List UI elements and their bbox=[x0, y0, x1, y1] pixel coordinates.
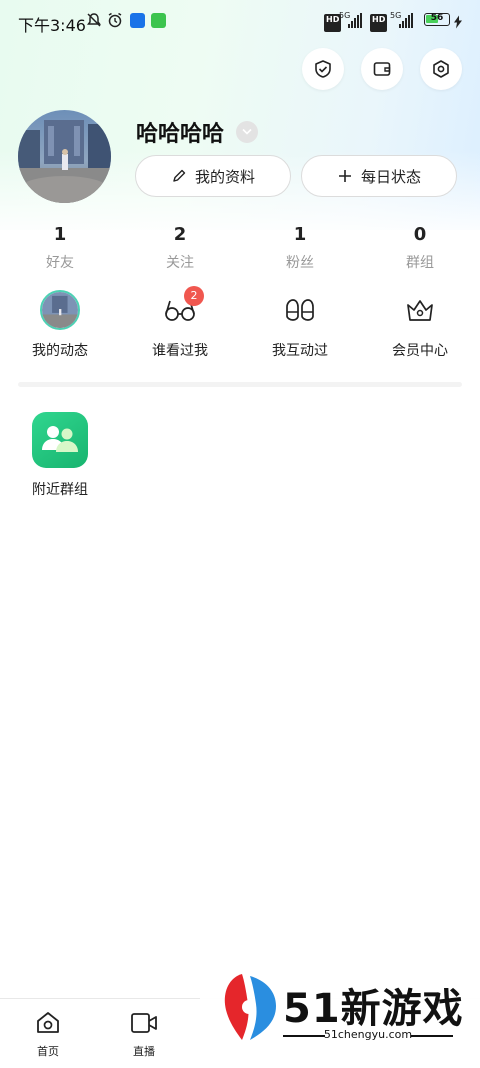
notification-badge: 2 bbox=[184, 286, 204, 306]
watermark-text: 51新游戏 bbox=[283, 986, 464, 1032]
app-label: 附近群组 bbox=[32, 482, 88, 498]
stat-value: 1 bbox=[293, 224, 307, 245]
battery-level: 56 bbox=[430, 13, 444, 23]
settings-button[interactable] bbox=[420, 48, 462, 90]
footprints-icon bbox=[286, 299, 314, 321]
stat-value: 0 bbox=[413, 224, 427, 245]
battery-icon: 56 bbox=[424, 13, 450, 26]
shield-check-icon bbox=[315, 60, 331, 78]
app-notification-icon bbox=[130, 13, 145, 28]
home-icon bbox=[37, 1012, 59, 1033]
profile-expand-button[interactable] bbox=[236, 121, 258, 143]
status-time: 下午3:46 bbox=[18, 16, 86, 35]
avatar-image bbox=[18, 110, 111, 203]
alarm-icon bbox=[108, 12, 122, 28]
stat-friends[interactable]: 1 好友 bbox=[0, 224, 120, 272]
avatar-thumbnail bbox=[40, 290, 80, 330]
shortcut-who-viewed-me[interactable]: 2 谁看过我 bbox=[120, 286, 240, 360]
shortcut-label: 我互动过 bbox=[272, 343, 328, 359]
daily-status-label: 每日状态 bbox=[360, 167, 421, 186]
daily-status-button[interactable]: 每日状态 bbox=[301, 155, 457, 197]
nav-live[interactable]: 直播 bbox=[114, 1011, 174, 1059]
wallet-icon bbox=[373, 62, 391, 76]
watermark-rule bbox=[411, 1035, 453, 1037]
stat-label: 群组 bbox=[406, 255, 434, 271]
nearby-groups-app[interactable]: 附近群组 bbox=[18, 412, 102, 499]
shortcut-interacted[interactable]: 我互动过 bbox=[240, 288, 360, 360]
stat-label: 关注 bbox=[166, 255, 194, 271]
watermark-logo bbox=[224, 974, 276, 1040]
shortcut-label: 谁看过我 bbox=[152, 343, 208, 359]
section-divider bbox=[18, 382, 462, 387]
nav-home[interactable]: 首页 bbox=[18, 1011, 78, 1059]
hd-icon: HD bbox=[370, 14, 388, 32]
pencil-icon bbox=[173, 169, 186, 182]
stat-value: 1 bbox=[53, 224, 67, 245]
nearby-group-icon bbox=[32, 412, 88, 468]
nav-label: 直播 bbox=[133, 1045, 155, 1058]
stat-label: 粉丝 bbox=[286, 255, 314, 271]
avatar[interactable] bbox=[18, 110, 111, 203]
charging-icon bbox=[454, 15, 462, 29]
signal-icon bbox=[348, 12, 362, 28]
crown-icon bbox=[407, 300, 433, 321]
shortcut-vip-center[interactable]: 会员中心 bbox=[360, 288, 480, 360]
wallet-button[interactable] bbox=[361, 48, 403, 90]
shortcut-label: 会员中心 bbox=[392, 343, 448, 359]
stat-value: 2 bbox=[173, 224, 187, 245]
settings-hexagon-icon bbox=[433, 60, 449, 78]
plus-icon bbox=[338, 170, 351, 182]
stat-label: 好友 bbox=[46, 255, 74, 271]
bell-mute-icon bbox=[87, 13, 101, 27]
stat-fans[interactable]: 1 粉丝 bbox=[240, 224, 360, 272]
chevron-down-icon bbox=[242, 128, 252, 135]
app-notification-icon bbox=[151, 13, 166, 28]
video-camera-icon bbox=[131, 1013, 157, 1033]
edit-profile-button[interactable]: 我的资料 bbox=[135, 155, 291, 197]
stat-groups[interactable]: 0 群组 bbox=[360, 224, 480, 272]
shortcut-label: 我的动态 bbox=[32, 343, 88, 359]
stat-following[interactable]: 2 关注 bbox=[120, 224, 240, 272]
shortcut-my-moments[interactable]: 我的动态 bbox=[0, 288, 120, 360]
nav-label: 首页 bbox=[37, 1045, 59, 1058]
edit-profile-label: 我的资料 bbox=[194, 167, 255, 186]
security-button[interactable] bbox=[302, 48, 344, 90]
username: 哈哈哈哈 bbox=[136, 122, 225, 147]
status-bar: 下午3:46 HD 5G HD 5G 56 bbox=[0, 0, 480, 42]
signal-icon bbox=[399, 12, 413, 28]
